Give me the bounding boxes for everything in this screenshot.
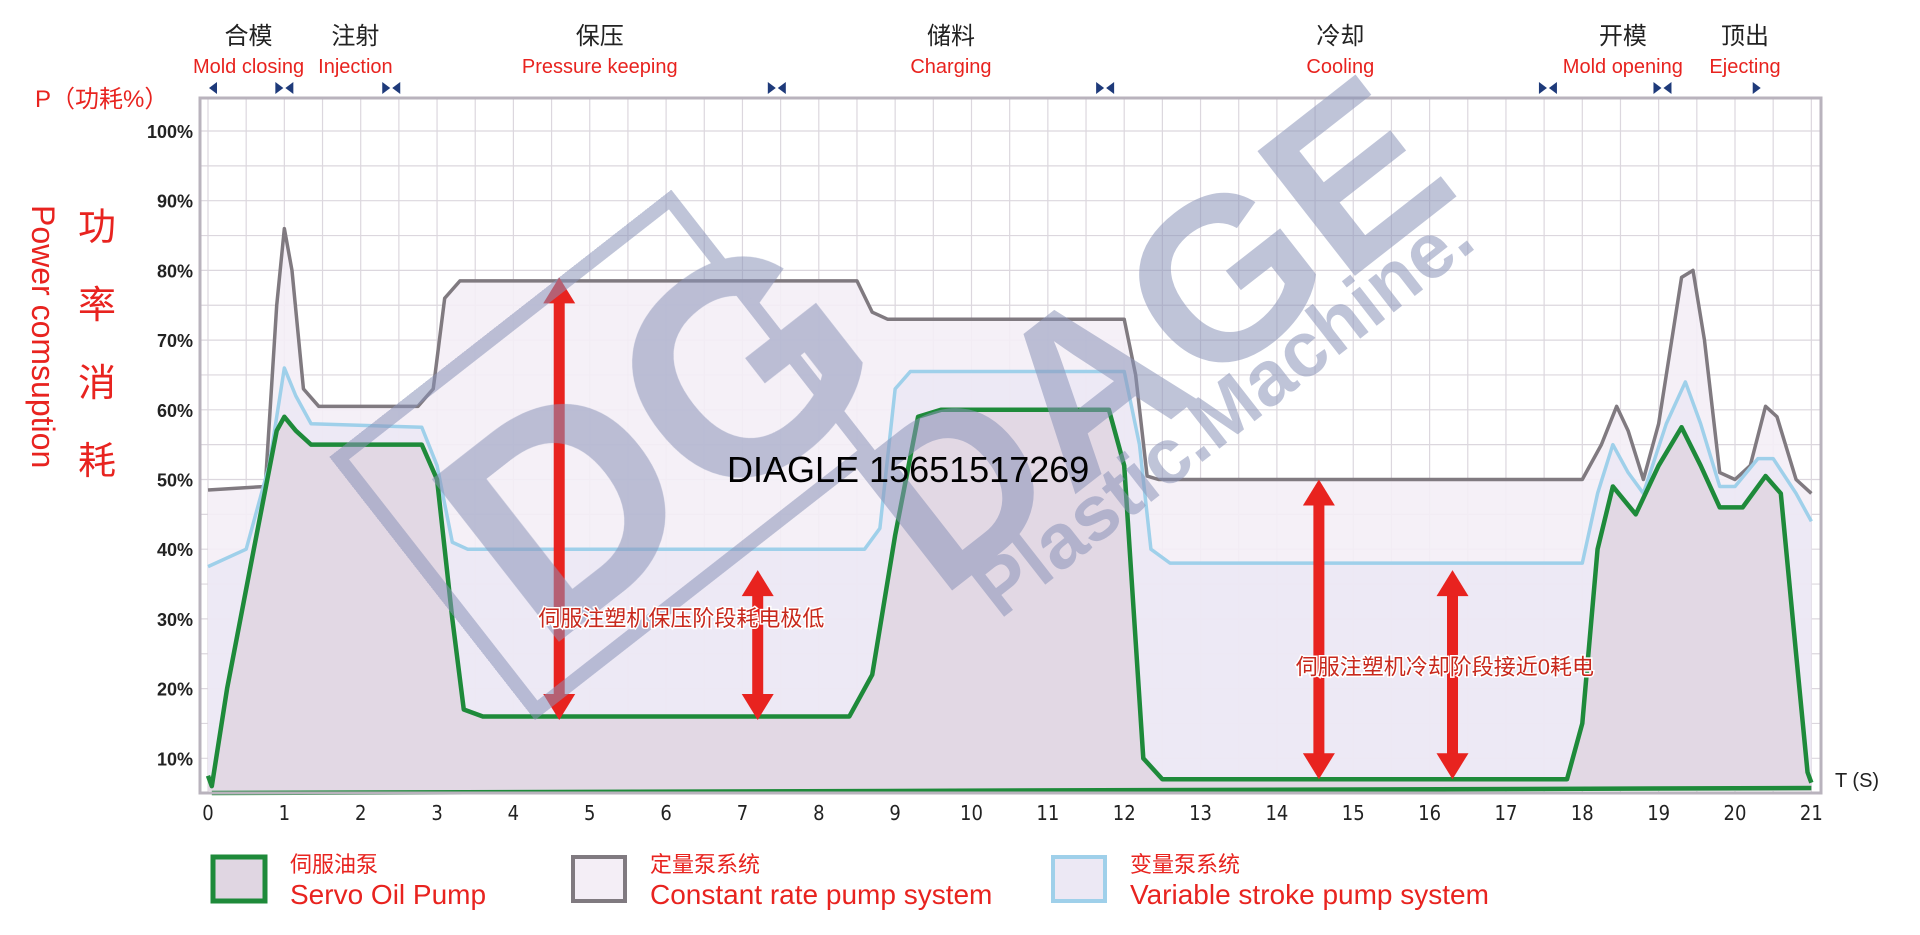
legend-label-en: Variable stroke pump system xyxy=(1130,879,1489,910)
phase-label-cn: 注射 xyxy=(331,23,379,50)
phase-label-cn: 保压 xyxy=(576,23,624,50)
x-tick-label: 21 xyxy=(1800,801,1823,825)
phase-label-en: Mold closing xyxy=(193,56,304,78)
phase-marker xyxy=(392,82,401,94)
x-tick-label: 18 xyxy=(1571,801,1594,825)
y-axis-title-cn-char: 率 xyxy=(78,285,116,327)
x-tick-label: 2 xyxy=(355,801,366,825)
y-axis-title: 功率消耗 Power comsuption xyxy=(25,205,116,483)
phase-label-cn: 开模 xyxy=(1599,23,1647,50)
x-axis-label: T (S) xyxy=(1835,770,1879,792)
legend-label-cn: 变量泵系统 xyxy=(1130,852,1240,877)
legend-label-en: Constant rate pump system xyxy=(650,879,992,910)
legend-label-cn: 定量泵系统 xyxy=(650,852,760,877)
legend-label-cn: 伺服油泵 xyxy=(290,852,378,877)
y-axis-title-cn-char: 消 xyxy=(78,363,116,405)
x-tick-label: 13 xyxy=(1189,801,1212,825)
legend-swatch xyxy=(1051,855,1107,903)
phase-label-cn: 储料 xyxy=(927,23,975,50)
phase-marker xyxy=(1663,82,1672,94)
overlay-text: DIAGLE 15651517269 xyxy=(727,449,1089,490)
x-tick-label: 7 xyxy=(737,801,748,825)
y-tick-label: 80% xyxy=(157,261,193,281)
x-tick-label: 12 xyxy=(1113,801,1136,825)
phase-marker xyxy=(1653,82,1662,94)
y-tick-label: 100% xyxy=(147,122,193,142)
y-tick-label: 60% xyxy=(157,401,193,421)
x-tick-label: 15 xyxy=(1342,801,1365,825)
y-axis-title-cn-char: 功 xyxy=(78,207,116,249)
legend-swatch xyxy=(210,854,268,904)
phase-marker xyxy=(285,82,294,94)
phase-label-en: Charging xyxy=(910,56,991,78)
x-tick-label: 19 xyxy=(1647,801,1670,825)
phase-marker xyxy=(382,82,391,94)
y-tick-label: 90% xyxy=(157,192,193,212)
x-tick-label: 3 xyxy=(431,801,442,825)
phase-label-en: Injection xyxy=(318,56,393,78)
phase-label-en: Mold opening xyxy=(1563,56,1683,78)
x-tick-label: 16 xyxy=(1418,801,1441,825)
x-tick-label: 0 xyxy=(202,801,213,825)
x-tick-label: 5 xyxy=(584,801,595,825)
y-axis-title-en: Power comsuption xyxy=(25,205,61,468)
x-tick-label: 6 xyxy=(660,801,671,825)
x-tick-label: 11 xyxy=(1036,801,1059,825)
x-tick-label: 8 xyxy=(813,801,824,825)
phase-label-en: Pressure keeping xyxy=(522,56,678,78)
phase-label-cn: 顶出 xyxy=(1721,23,1769,50)
x-tick-label: 4 xyxy=(508,801,519,825)
y-tick-label: 10% xyxy=(157,749,193,769)
x-tick-label: 14 xyxy=(1265,801,1288,825)
legend-label-en: Servo Oil Pump xyxy=(290,879,486,910)
y-tick-label: 70% xyxy=(157,331,193,351)
annotation-text: 伺服注塑机冷却阶段接近0耗电 xyxy=(1296,655,1594,680)
y-tick-label: 50% xyxy=(157,471,193,491)
phase-label-en: Ejecting xyxy=(1709,56,1780,78)
x-tick-label: 10 xyxy=(960,801,983,825)
phase-marker xyxy=(209,82,217,94)
phase-marker xyxy=(1548,82,1557,94)
x-tick-label: 9 xyxy=(889,801,900,825)
annotation-text: 伺服注塑机保压阶段耗电极低 xyxy=(538,606,824,631)
x-tick-label: 20 xyxy=(1724,801,1747,825)
power-consumption-chart: 0 1 2 3 4 5 6 7 8 9 10 11 12 13 14 15 16 17 18 19 20 21100%90… xyxy=(25,23,1879,910)
phase-label-cn: 合模 xyxy=(225,23,273,50)
phase-labels: 合模 Mold closing 注射 Injection 保压 Pressure keep… xyxy=(193,23,1781,94)
phase-marker xyxy=(1096,82,1105,94)
y-axis-title-cn-char: 耗 xyxy=(78,441,116,483)
x-tick-label: 1 xyxy=(279,801,290,825)
y-tick-label: 20% xyxy=(157,680,193,700)
phase-marker xyxy=(1752,82,1761,94)
phase-marker xyxy=(1538,82,1547,94)
y-axis-label-top: P（功耗%） xyxy=(35,86,168,113)
phase-marker xyxy=(777,82,786,94)
y-tick-label: 40% xyxy=(157,540,193,560)
phase-marker xyxy=(275,82,284,94)
x-tick-label: 17 xyxy=(1495,801,1518,825)
phase-marker xyxy=(1106,82,1115,94)
legend: 伺服油泵Servo Oil Pump 定量泵系统Constant rate pum… xyxy=(210,852,1489,910)
legend-swatch xyxy=(571,855,627,903)
y-tick-label: 30% xyxy=(157,610,193,630)
phase-marker xyxy=(767,82,776,94)
